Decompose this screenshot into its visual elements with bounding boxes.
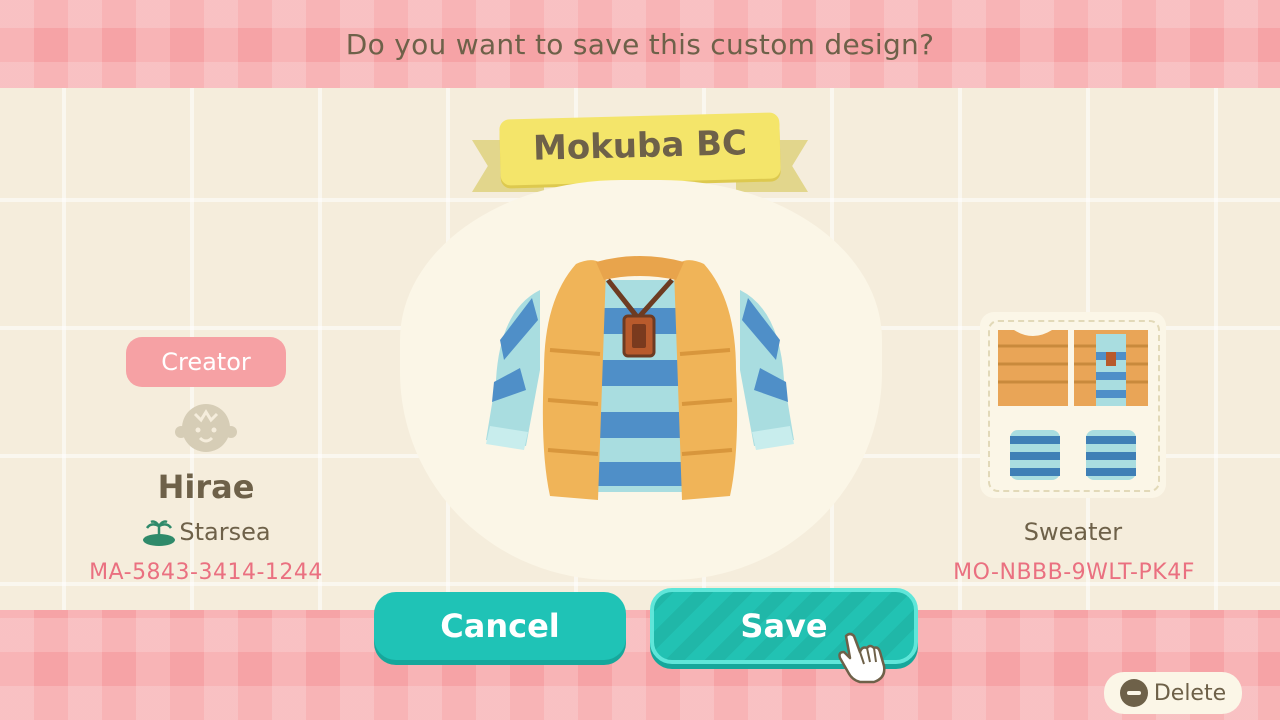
item-type: Sweater xyxy=(1023,518,1123,546)
pattern-texture-image xyxy=(998,330,1148,480)
delete-button[interactable]: Delete xyxy=(1104,672,1242,714)
design-code: MO-NBBB-9WLT-PK4F xyxy=(953,560,1195,585)
dialog-question: Do you want to save this custom design? xyxy=(345,28,935,61)
creator-label: Creator xyxy=(126,337,286,387)
creator-island: Starsea xyxy=(106,518,306,546)
creator-code: MA-5843-3414-1244 xyxy=(89,560,323,585)
design-title: Mokuba BC xyxy=(532,123,748,169)
cancel-button[interactable]: Cancel xyxy=(374,592,626,660)
cancel-button-label: Cancel xyxy=(440,607,560,645)
right-sleeve xyxy=(740,290,794,450)
bottom-band xyxy=(0,610,1280,720)
island-icon xyxy=(143,520,176,546)
delete-button-label: Delete xyxy=(1153,680,1227,706)
save-button-label: Save xyxy=(740,607,828,645)
left-sleeve xyxy=(486,290,540,450)
sweater-preview-image xyxy=(486,256,794,500)
villager-head-icon xyxy=(175,404,237,452)
pattern-preview xyxy=(980,312,1166,498)
minus-circle-icon xyxy=(1119,679,1148,707)
hand-pointer-icon xyxy=(838,632,886,684)
creator-name: Hirae xyxy=(157,468,255,506)
island-name: Starsea xyxy=(179,518,271,546)
